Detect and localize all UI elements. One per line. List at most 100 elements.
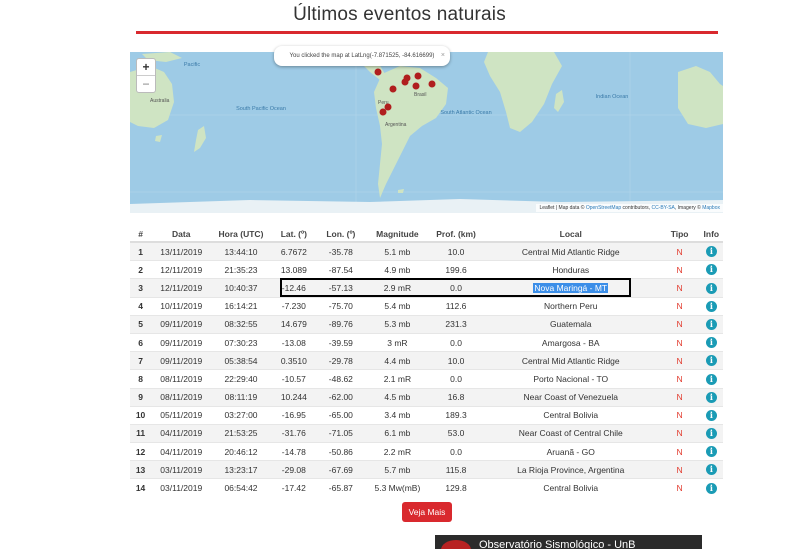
info-circle-icon[interactable]: i [705,264,717,276]
event-local: Porto Nacional - TO [481,369,660,388]
info-circle-icon[interactable]: i [705,300,717,312]
country-label-australia: Australia [150,98,170,104]
map-marker-icon[interactable] [428,80,436,88]
table-row: 7 09/11/2019 05:38:54 0.3510 -29.78 4.4 mb 10.… [130,351,723,370]
event-date: 08/11/2019 [151,387,212,407]
event-info: i [699,314,723,334]
event-depth: 0.0 [430,278,482,298]
event-tipo: N [659,405,700,425]
info-circle-icon[interactable]: i [705,391,717,403]
table-row: 2 12/11/2019 21:35:23 13.089 -87.54 4.9 mb 199… [130,260,723,279]
row-index: 14 [130,478,152,497]
row-index: 3 [130,278,152,298]
event-tipo: N [659,442,700,461]
info-circle-icon[interactable]: i [705,464,717,476]
map-marker-icon[interactable] [403,74,411,82]
event-date: 04/11/2019 [151,442,212,461]
event-info: i [699,296,723,316]
info-circle-icon[interactable]: i [705,482,717,494]
event-lon: -87.54 [317,260,365,279]
table-header-row: # Data Hora (UTC) Lat. (º) Lon. (º) Magn… [130,226,723,243]
col-header-magnitude: Magnitude [364,226,431,243]
event-info: i [699,260,723,279]
map-marker-icon[interactable] [414,72,422,80]
map-marker-icon[interactable] [389,85,397,93]
zoom-out-button[interactable]: − [137,75,155,92]
table-row: 1 13/11/2019 13:44:10 6.7672 -35.78 5.1 mb 10.… [130,241,723,261]
zoom-in-button[interactable]: + [137,59,155,75]
event-depth: 10.0 [430,351,482,370]
event-magnitude: 5.7 mb [364,460,431,479]
event-lon: -48.62 [317,369,365,388]
event-date: 09/11/2019 [151,332,212,352]
mapbox-link[interactable]: Mapbox [702,205,720,211]
event-lon: -29.78 [317,351,365,370]
info-circle-icon[interactable]: i [705,373,717,385]
map-tiles[interactable]: South Pacific Ocean South Atlantic Ocean… [130,52,723,213]
event-depth: 199.6 [430,260,482,279]
event-local: Aruanã - GO [481,442,660,461]
event-time: 13:44:10 [211,241,271,261]
video-embed[interactable]: Observatório Sismológico - UnB [435,535,702,549]
table-row: 4 10/11/2019 16:14:21 -7.230 -75.70 5.4 mb 112… [130,296,723,316]
row-index: 10 [130,405,152,425]
event-tipo: N [659,260,700,279]
event-tipo: N [659,460,700,479]
event-tipo: N [659,369,700,388]
event-lat: -12.46 [270,278,318,298]
event-depth: 115.8 [430,460,482,479]
info-circle-icon[interactable]: i [705,318,717,330]
event-depth: 10.0 [430,241,482,261]
event-info: i [699,442,723,461]
event-tipo: N [659,332,700,352]
info-circle-icon[interactable]: i [705,409,717,421]
table-row: 6 09/11/2019 07:30:23 -13.08 -39.59 3 mR 0.0 Am… [130,332,723,352]
event-lat: -16.95 [270,405,318,425]
map-marker-icon[interactable] [379,108,387,116]
close-icon[interactable]: × [441,46,445,66]
osm-link[interactable]: OpenStreetMap [586,205,621,211]
table-row: 11 04/11/2019 21:53:25 -31.76 -71.05 6.1 mb 53… [130,423,723,443]
col-header-date: Data [151,226,212,243]
info-circle-icon[interactable]: i [705,246,717,258]
events-table: # Data Hora (UTC) Lat. (º) Lon. (º) Magn… [130,226,723,497]
event-local: Central Bolivia [481,405,660,425]
event-time: 13:23:17 [211,460,271,479]
event-date: 03/11/2019 [151,478,212,497]
info-circle-icon[interactable]: i [705,355,717,367]
map-marker-icon[interactable] [384,103,392,111]
event-magnitude: 4.5 mb [364,387,431,407]
row-index: 12 [130,442,152,461]
title-underline [136,31,718,34]
col-header-index: # [130,226,152,243]
event-lat: 10.244 [270,387,318,407]
event-magnitude: 5.4 mb [364,296,431,316]
info-circle-icon[interactable]: i [705,282,717,294]
video-title[interactable]: Observatório Sismológico - UnB [479,539,636,549]
event-date: 09/11/2019 [151,314,212,334]
event-map[interactable]: South Pacific Ocean South Atlantic Ocean… [130,52,723,213]
attribution-mid: contributors, [621,205,652,211]
event-local: La Rioja Province, Argentina [481,460,660,479]
info-circle-icon[interactable]: i [705,337,717,349]
map-marker-icon[interactable] [412,82,420,90]
event-lon: -65.87 [317,478,365,497]
event-tipo: N [659,296,700,316]
ocean-label-north-pacific: Pacific [184,62,200,68]
info-circle-icon[interactable]: i [705,446,717,458]
info-circle-icon[interactable]: i [705,428,717,440]
ocean-label-south-pacific: South Pacific Ocean [236,106,286,112]
event-local: Central Mid Atlantic Ridge [481,351,660,370]
license-link[interactable]: CC-BY-SA [651,205,674,211]
event-magnitude: 2.9 mR [364,278,431,298]
event-time: 08:11:19 [211,387,271,407]
col-header-tipo: Tipo [659,226,700,243]
event-date: 12/11/2019 [151,260,212,279]
veja-mais-button[interactable]: Veja Mais [402,502,452,522]
event-time: 03:27:00 [211,405,271,425]
event-depth: 112.6 [430,296,482,316]
event-time: 16:14:21 [211,296,271,316]
event-lat: -29.08 [270,460,318,479]
event-lon: -75.70 [317,296,365,316]
map-marker-icon[interactable] [374,68,382,76]
